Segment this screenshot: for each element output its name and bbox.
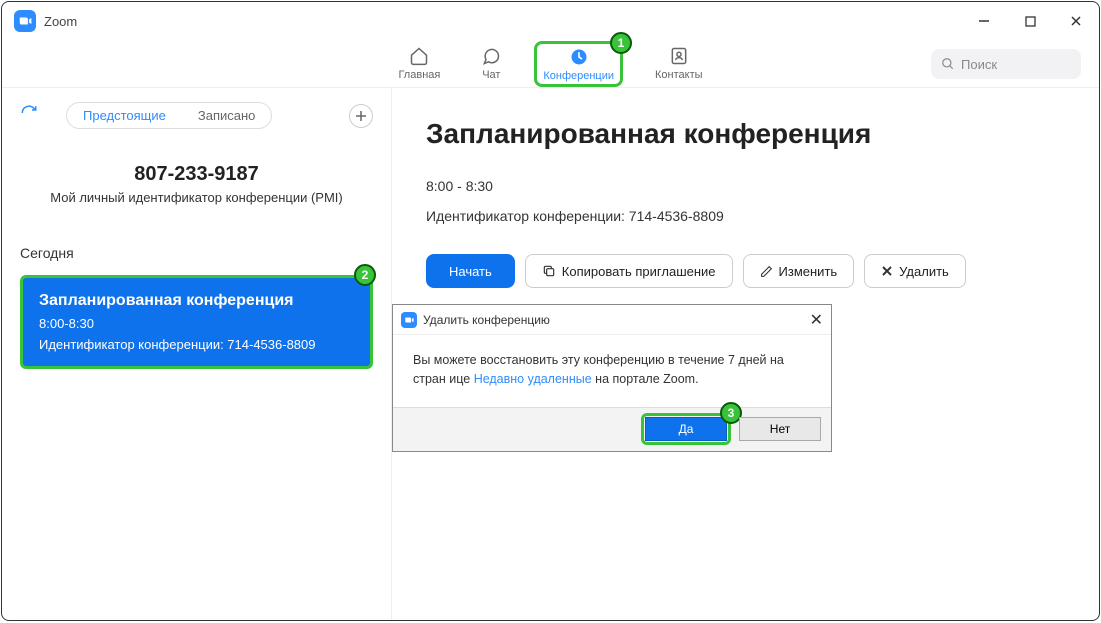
annotation-badge-1: 1 bbox=[610, 32, 632, 54]
search-icon bbox=[941, 57, 955, 71]
nav-contacts-label: Контакты bbox=[655, 69, 703, 81]
main-nav: Главная Чат 1 Конференции Контакты Поиск bbox=[2, 40, 1099, 88]
dialog-titlebar: Удалить конференцию ✕ bbox=[393, 305, 831, 335]
pmi-block[interactable]: 807-233-9187 Мой личный идентификатор ко… bbox=[20, 163, 373, 205]
edit-button[interactable]: Изменить bbox=[743, 254, 855, 288]
copy-icon bbox=[542, 264, 556, 278]
search-input[interactable]: Поиск bbox=[931, 49, 1081, 79]
nav-home[interactable]: Главная bbox=[390, 41, 448, 87]
pmi-label: Мой личный идентификатор конференции (PM… bbox=[20, 190, 373, 205]
pmi-number: 807-233-9187 bbox=[20, 163, 373, 186]
window-controls bbox=[973, 10, 1087, 32]
titlebar: Zoom bbox=[2, 2, 1099, 40]
home-icon bbox=[408, 45, 430, 67]
recently-deleted-link[interactable]: Недавно удаленные bbox=[474, 372, 592, 386]
tab-recorded[interactable]: Записано bbox=[182, 103, 272, 128]
contacts-icon bbox=[668, 45, 690, 67]
dialog-text-post: на портале Zoom. bbox=[592, 372, 699, 386]
nav-contacts[interactable]: Контакты bbox=[647, 41, 711, 87]
maximize-button[interactable] bbox=[1019, 10, 1041, 32]
detail-actions: Начать Копировать приглашение Изменить У… bbox=[426, 254, 1065, 288]
detail-title: Запланированная конференция bbox=[426, 118, 1065, 150]
zoom-small-icon bbox=[401, 312, 417, 328]
meeting-card-title: Запланированная конференция bbox=[39, 292, 354, 310]
copy-invite-button[interactable]: Копировать приглашение bbox=[525, 254, 733, 288]
start-button[interactable]: Начать bbox=[426, 254, 515, 288]
pencil-icon bbox=[760, 265, 773, 278]
dialog-title: Удалить конференцию bbox=[423, 313, 550, 327]
tab-upcoming[interactable]: Предстоящие bbox=[67, 103, 182, 128]
x-icon bbox=[881, 265, 893, 277]
nav-chat[interactable]: Чат bbox=[472, 41, 510, 87]
nav-meetings[interactable]: 1 Конференции bbox=[534, 41, 623, 87]
app-window: Zoom Главная Чат 1 Конференции К bbox=[1, 1, 1100, 621]
annotation-badge-2: 2 bbox=[354, 264, 376, 286]
dialog-yes-wrap: 3 Да bbox=[641, 413, 731, 445]
zoom-app-icon bbox=[14, 10, 36, 32]
chat-icon bbox=[480, 45, 502, 67]
delete-confirm-dialog: Удалить конференцию ✕ Вы можете восстано… bbox=[392, 304, 832, 452]
meeting-card-id: Идентификатор конференции: 714-4536-8809 bbox=[39, 337, 354, 352]
detail-id: Идентификатор конференции: 714-4536-8809 bbox=[426, 208, 1065, 224]
window-title: Zoom bbox=[44, 14, 77, 29]
nav-home-label: Главная bbox=[398, 69, 440, 81]
sidebar-tabs: Предстоящие Записано bbox=[66, 102, 272, 129]
dialog-no-wrap: Нет bbox=[739, 417, 821, 441]
refresh-button[interactable] bbox=[20, 104, 38, 127]
dialog-footer: 3 Да Нет bbox=[393, 407, 831, 451]
close-button[interactable] bbox=[1065, 10, 1087, 32]
detail-time: 8:00 - 8:30 bbox=[426, 178, 1065, 194]
dialog-close-button[interactable]: ✕ bbox=[810, 310, 823, 330]
meeting-list-item[interactable]: 2 Запланированная конференция 8:00-8:30 … bbox=[20, 275, 373, 369]
minimize-button[interactable] bbox=[973, 10, 995, 32]
clock-icon bbox=[568, 46, 590, 68]
meeting-card-time: 8:00-8:30 bbox=[39, 316, 354, 331]
dialog-yes-button[interactable]: Да bbox=[645, 417, 727, 441]
add-meeting-button[interactable] bbox=[349, 104, 373, 128]
nav-chat-label: Чат bbox=[482, 69, 500, 81]
today-heading: Сегодня bbox=[20, 245, 373, 261]
nav-meetings-label: Конференции bbox=[543, 70, 614, 82]
search-placeholder: Поиск bbox=[961, 57, 997, 72]
dialog-body: Вы можете восстановить эту конференцию в… bbox=[393, 335, 831, 407]
dialog-no-button[interactable]: Нет bbox=[739, 417, 821, 441]
sidebar: Предстоящие Записано 807-233-9187 Мой ли… bbox=[2, 88, 392, 620]
delete-button[interactable]: Удалить bbox=[864, 254, 966, 288]
detail-pane: Запланированная конференция 8:00 - 8:30 … bbox=[392, 88, 1099, 620]
